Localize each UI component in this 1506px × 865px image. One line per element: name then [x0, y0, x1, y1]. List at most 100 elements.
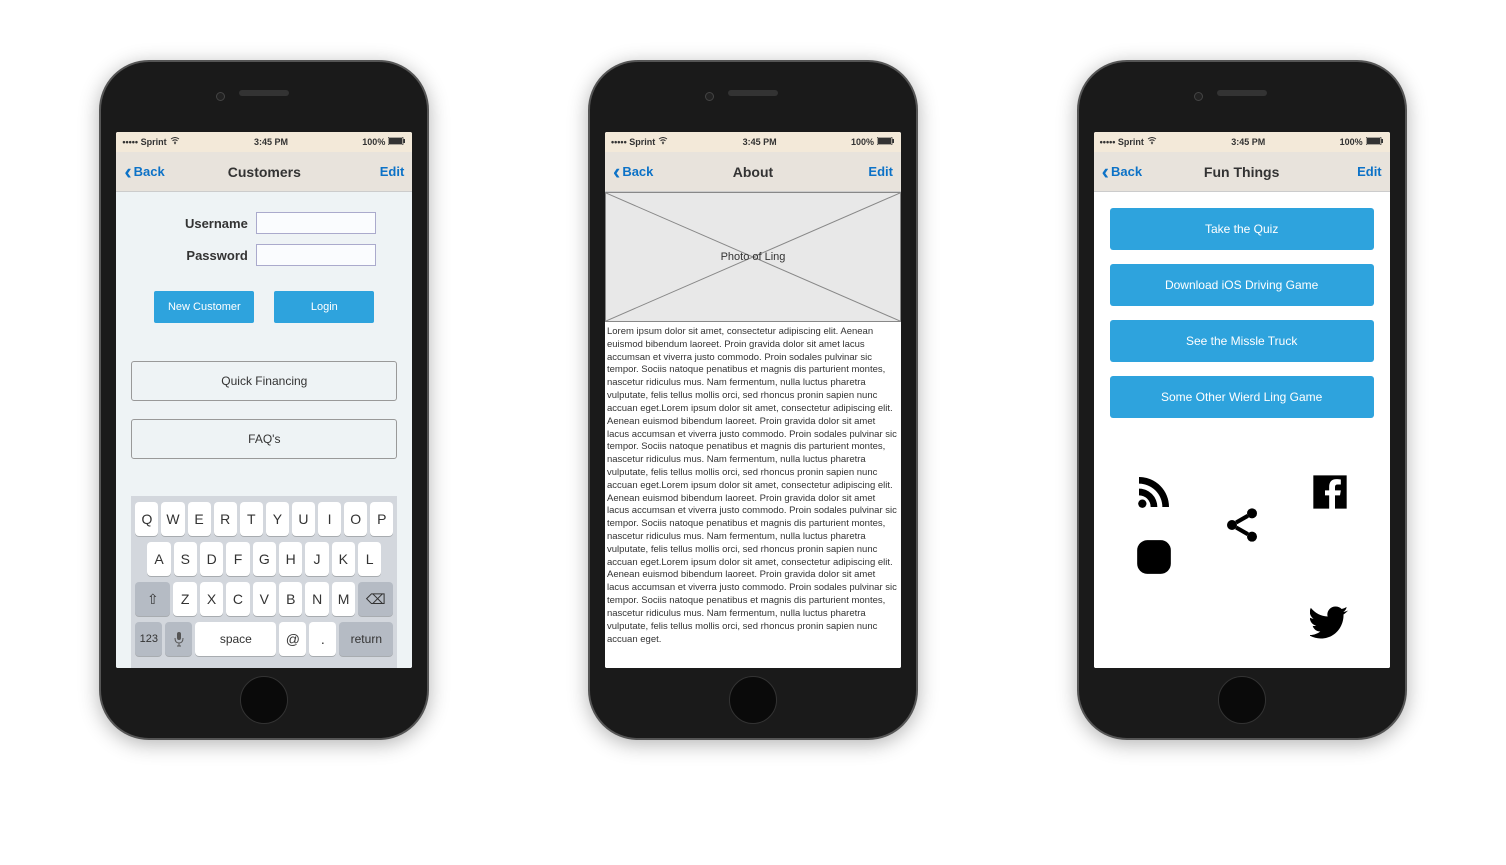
keyboard-key-g[interactable]: G [253, 542, 276, 576]
keyboard-key-y[interactable]: Y [266, 502, 289, 536]
nav-bar: Back Fun Things Edit [1094, 152, 1390, 192]
other-game-button[interactable]: Some Other Wierd Ling Game [1110, 376, 1374, 418]
twitter-icon[interactable] [1310, 602, 1350, 647]
keyboard-key-h[interactable]: H [279, 542, 302, 576]
keyboard-key-b[interactable]: B [279, 582, 302, 616]
battery-icon [1366, 137, 1384, 147]
password-label: Password [153, 248, 248, 263]
phone-mockup-about: ••••• Sprint 3:45 PM 100% Back About Edi… [588, 60, 918, 740]
page-title: About [733, 164, 773, 180]
keyboard-key-mic[interactable] [165, 622, 192, 656]
about-body-text: Lorem ipsum dolor sit amet, consectetur … [605, 322, 901, 668]
back-button[interactable]: Back [1102, 161, 1142, 183]
wifi-icon [658, 137, 668, 147]
facebook-icon[interactable] [1310, 472, 1350, 517]
keyboard-key-r[interactable]: R [214, 502, 237, 536]
edit-button[interactable]: Edit [1357, 164, 1382, 179]
content-about: Photo of Ling Lorem ipsum dolor sit amet… [605, 192, 901, 668]
keyboard-key-space[interactable]: space [195, 622, 276, 656]
wifi-icon [170, 137, 180, 147]
keyboard-row-4: 123 space @ . return [135, 622, 393, 656]
new-customer-button[interactable]: New Customer [154, 291, 254, 323]
wifi-icon [1147, 137, 1157, 147]
screen-customers: ••••• Sprint 3:45 PM 100% Back Customers… [116, 132, 412, 668]
keyboard-key-⇧[interactable]: ⇧ [135, 582, 170, 616]
keyboard-key-a[interactable]: A [147, 542, 170, 576]
keyboard-key-q[interactable]: Q [135, 502, 158, 536]
keyboard-key-dot[interactable]: . [309, 622, 336, 656]
battery-label: 100% [851, 137, 874, 147]
keyboard-key-123[interactable]: 123 [135, 622, 162, 656]
keyboard-key-s[interactable]: S [174, 542, 197, 576]
phone-camera [216, 92, 225, 101]
keyboard-key-f[interactable]: F [226, 542, 249, 576]
battery-label: 100% [1340, 137, 1363, 147]
phone-mockup-fun-things: ••••• Sprint 3:45 PM 100% Back Fun Thing… [1077, 60, 1407, 740]
content-customers: Username Password New Customer Login Qui… [116, 192, 412, 668]
password-input[interactable] [256, 244, 376, 266]
status-bar: ••••• Sprint 3:45 PM 100% [116, 132, 412, 152]
edit-button[interactable]: Edit [380, 164, 405, 179]
keyboard-key-m[interactable]: M [332, 582, 355, 616]
content-fun-things: Take the Quiz Download iOS Driving Game … [1094, 192, 1390, 668]
keyboard-key-e[interactable]: E [188, 502, 211, 536]
photo-placeholder: Photo of Ling [605, 192, 901, 322]
keyboard-key-return[interactable]: return [339, 622, 393, 656]
carrier-label: ••••• Sprint [122, 137, 166, 147]
phone-mockup-customers: ••••• Sprint 3:45 PM 100% Back Customers… [99, 60, 429, 740]
keyboard-key-c[interactable]: C [226, 582, 249, 616]
keyboard-key-i[interactable]: I [318, 502, 341, 536]
time-label: 3:45 PM [1231, 137, 1265, 147]
status-bar: ••••• Sprint 3:45 PM 100% [1094, 132, 1390, 152]
keyboard: QWERTYUIOP ASDFGHJKL ⇧ZXCVBNM⌫ 123 space… [131, 496, 397, 668]
keyboard-row-3: ⇧ZXCVBNM⌫ [135, 582, 393, 616]
back-button[interactable]: Back [613, 161, 653, 183]
battery-icon [388, 137, 406, 147]
keyboard-key-v[interactable]: V [253, 582, 276, 616]
keyboard-key-z[interactable]: Z [173, 582, 196, 616]
share-icon[interactable] [1222, 505, 1262, 550]
keyboard-key-l[interactable]: L [358, 542, 381, 576]
screen-about: ••••• Sprint 3:45 PM 100% Back About Edi… [605, 132, 901, 668]
keyboard-key-w[interactable]: W [161, 502, 184, 536]
keyboard-key-o[interactable]: O [344, 502, 367, 536]
keyboard-key-t[interactable]: T [240, 502, 263, 536]
carrier-label: ••••• Sprint [1100, 137, 1144, 147]
keyboard-key-⌫[interactable]: ⌫ [358, 582, 393, 616]
page-title: Fun Things [1204, 164, 1279, 180]
username-input[interactable] [256, 212, 376, 234]
keyboard-key-d[interactable]: D [200, 542, 223, 576]
keyboard-key-p[interactable]: P [370, 502, 393, 536]
time-label: 3:45 PM [743, 137, 777, 147]
back-button[interactable]: Back [124, 161, 164, 183]
screen-fun-things: ••••• Sprint 3:45 PM 100% Back Fun Thing… [1094, 132, 1390, 668]
nav-bar: Back Customers Edit [116, 152, 412, 192]
download-game-button[interactable]: Download iOS Driving Game [1110, 264, 1374, 306]
take-quiz-button[interactable]: Take the Quiz [1110, 208, 1374, 250]
login-button[interactable]: Login [274, 291, 374, 323]
keyboard-key-x[interactable]: X [200, 582, 223, 616]
phone-camera [705, 92, 714, 101]
keyboard-key-j[interactable]: J [305, 542, 328, 576]
keyboard-key-at[interactable]: @ [279, 622, 306, 656]
status-bar: ••••• Sprint 3:45 PM 100% [605, 132, 901, 152]
edit-button[interactable]: Edit [868, 164, 893, 179]
quick-financing-button[interactable]: Quick Financing [131, 361, 397, 401]
keyboard-key-u[interactable]: U [292, 502, 315, 536]
phone-camera [1194, 92, 1203, 101]
rss-icon[interactable] [1134, 472, 1174, 517]
faqs-button[interactable]: FAQ's [131, 419, 397, 459]
nav-bar: Back About Edit [605, 152, 901, 192]
social-icons-grid [1110, 472, 1374, 647]
username-label: Username [153, 216, 248, 231]
instagram-icon[interactable] [1134, 537, 1174, 582]
battery-icon [877, 137, 895, 147]
carrier-label: ••••• Sprint [611, 137, 655, 147]
missile-truck-button[interactable]: See the Missle Truck [1110, 320, 1374, 362]
keyboard-row-1: QWERTYUIOP [135, 502, 393, 536]
time-label: 3:45 PM [254, 137, 288, 147]
keyboard-key-k[interactable]: K [332, 542, 355, 576]
keyboard-row-2: ASDFGHJKL [135, 542, 393, 576]
page-title: Customers [228, 164, 301, 180]
keyboard-key-n[interactable]: N [305, 582, 328, 616]
